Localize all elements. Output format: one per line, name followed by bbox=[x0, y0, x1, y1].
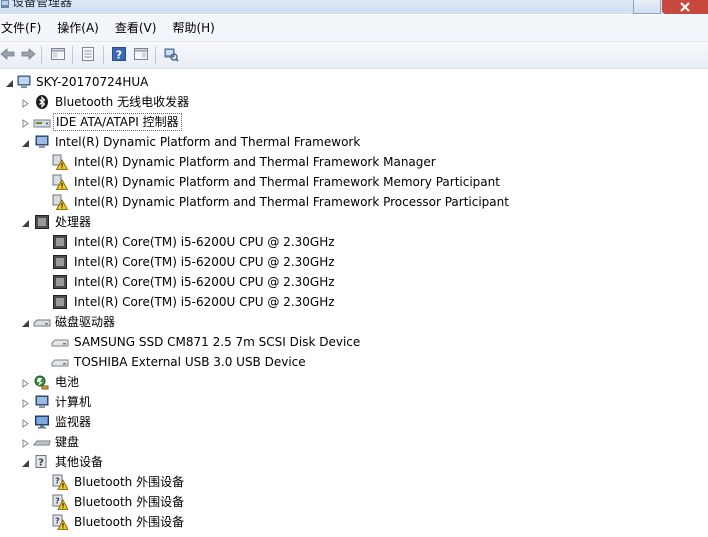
expand-arrow-icon[interactable] bbox=[21, 437, 30, 448]
toolbar-separator bbox=[155, 46, 156, 64]
processor-icon bbox=[34, 214, 50, 230]
expand-arrow-icon[interactable] bbox=[21, 397, 30, 408]
svg-text:?: ? bbox=[55, 497, 60, 506]
properties-panel-icon[interactable] bbox=[50, 46, 68, 64]
close-button[interactable] bbox=[662, 0, 708, 14]
warning-device-icon: ? bbox=[52, 474, 69, 490]
warning-device-icon: ? bbox=[52, 494, 69, 510]
unknown-device-icon: ? bbox=[34, 454, 50, 470]
tree-label-processor: 处理器 bbox=[55, 215, 92, 229]
menu-file[interactable]: 文件(F) bbox=[0, 15, 48, 41]
svg-text:?: ? bbox=[38, 458, 44, 469]
tree-label-bt-peripheral: Bluetooth 外围设备 bbox=[74, 515, 185, 529]
tree-label-computer: 计算机 bbox=[55, 395, 92, 409]
maximize-button[interactable] bbox=[633, 0, 661, 14]
expand-arrow-icon[interactable] bbox=[21, 97, 30, 108]
battery-icon bbox=[33, 374, 49, 390]
tree-label-intel-memory: Intel(R) Dynamic Platform and Thermal Fr… bbox=[74, 175, 500, 189]
disk-drive-icon bbox=[33, 314, 51, 330]
processor-icon bbox=[52, 254, 68, 270]
keyboard-icon bbox=[33, 434, 51, 450]
action-pane-icon[interactable] bbox=[133, 46, 151, 64]
tree-label-bt-peripheral: Bluetooth 外围设备 bbox=[74, 495, 185, 509]
back-icon[interactable] bbox=[0, 46, 18, 64]
tree-label-battery: 电池 bbox=[55, 375, 80, 389]
window-title: 设备管理器 bbox=[12, 0, 73, 9]
warning-device-icon: ? bbox=[52, 514, 69, 530]
disk-drive-icon bbox=[51, 334, 69, 350]
tree-label-cpu: Intel(R) Core(TM) i5-6200U CPU @ 2.30GHz bbox=[74, 295, 335, 309]
svg-text:?: ? bbox=[116, 49, 122, 62]
computer-icon bbox=[34, 394, 50, 410]
tree-label-monitor: 监视器 bbox=[55, 415, 92, 429]
menu-view[interactable]: 查看(V) bbox=[114, 15, 164, 41]
tree-label-disk: 磁盘驱动器 bbox=[55, 315, 116, 329]
show-hide-icon[interactable] bbox=[80, 46, 98, 64]
ide-controller-icon bbox=[33, 114, 51, 130]
tree-label-other: 其他设备 bbox=[55, 455, 104, 469]
menu-action[interactable]: 操作(A) bbox=[56, 15, 106, 41]
svg-text:?: ? bbox=[55, 517, 60, 526]
menu-help[interactable]: 帮助(H) bbox=[171, 15, 221, 41]
collapse-arrow-icon[interactable] bbox=[21, 137, 30, 147]
device-tree: SKY-20170724HUA Bluetooth 无线电收发器 IDE ATA… bbox=[0, 70, 708, 537]
toolbar-separator bbox=[41, 46, 42, 64]
computer-icon bbox=[16, 74, 32, 90]
device-manager-app-icon bbox=[0, 0, 10, 10]
tree-label-cpu: Intel(R) Core(TM) i5-6200U CPU @ 2.30GHz bbox=[74, 275, 335, 289]
tree-label-disk-device: SAMSUNG SSD CM871 2.5 7m SCSI Disk Devic… bbox=[74, 335, 361, 349]
processor-icon bbox=[52, 234, 68, 250]
help-icon[interactable]: ? bbox=[111, 46, 129, 64]
toolbar-separator bbox=[72, 46, 73, 64]
tree-label-intel-manager: Intel(R) Dynamic Platform and Thermal Fr… bbox=[74, 155, 436, 169]
bluetooth-icon bbox=[34, 94, 50, 110]
forward-icon[interactable] bbox=[20, 46, 38, 64]
tree-label-ide: IDE ATA/ATAPI 控制器 bbox=[53, 113, 182, 131]
tree-label-cpu: Intel(R) Core(TM) i5-6200U CPU @ 2.30GHz bbox=[74, 235, 335, 249]
system-device-icon bbox=[34, 134, 50, 150]
tree-label-bluetooth: Bluetooth 无线电收发器 bbox=[55, 95, 190, 109]
menu-bar: 文件(F) 操作(A) 查看(V) 帮助(H) bbox=[0, 15, 708, 42]
disk-drive-icon bbox=[51, 354, 69, 370]
collapse-arrow-icon[interactable] bbox=[21, 457, 30, 467]
toolbar: ? bbox=[0, 42, 708, 69]
tree-label-intel-processor: Intel(R) Dynamic Platform and Thermal Fr… bbox=[74, 195, 509, 209]
monitor-icon bbox=[34, 414, 50, 430]
tree-label-cpu: Intel(R) Core(TM) i5-6200U CPU @ 2.30GHz bbox=[74, 255, 335, 269]
tree-label-root: SKY-20170724HUA bbox=[36, 75, 149, 89]
tree-label-disk-device: TOSHIBA External USB 3.0 USB Device bbox=[74, 355, 306, 369]
collapse-arrow-icon[interactable] bbox=[21, 317, 30, 327]
expand-arrow-icon[interactable] bbox=[21, 417, 30, 428]
device-manager-window: 设备管理器 文件(F) 操作(A) 查看(V) 帮助(H) ? SKY-2017… bbox=[0, 0, 708, 537]
tree-label-intel-framework: Intel(R) Dynamic Platform and Thermal Fr… bbox=[55, 135, 361, 149]
processor-icon bbox=[52, 294, 68, 310]
warning-device-icon bbox=[52, 154, 69, 170]
processor-icon bbox=[52, 274, 68, 290]
close-icon bbox=[680, 2, 690, 12]
expand-arrow-icon[interactable] bbox=[21, 377, 30, 388]
tree-label-bt-peripheral: Bluetooth 外围设备 bbox=[74, 475, 185, 489]
svg-text:?: ? bbox=[55, 477, 60, 486]
scan-hardware-icon[interactable] bbox=[163, 46, 181, 64]
expand-arrow-icon[interactable] bbox=[21, 117, 30, 128]
collapse-arrow-icon[interactable] bbox=[21, 217, 30, 227]
warning-device-icon bbox=[52, 174, 69, 190]
title-bar[interactable]: 设备管理器 bbox=[0, 0, 708, 14]
collapse-arrow-icon[interactable] bbox=[5, 77, 14, 87]
toolbar-separator bbox=[103, 46, 104, 64]
tree-label-keyboard: 键盘 bbox=[55, 435, 80, 449]
warning-device-icon bbox=[52, 194, 69, 210]
